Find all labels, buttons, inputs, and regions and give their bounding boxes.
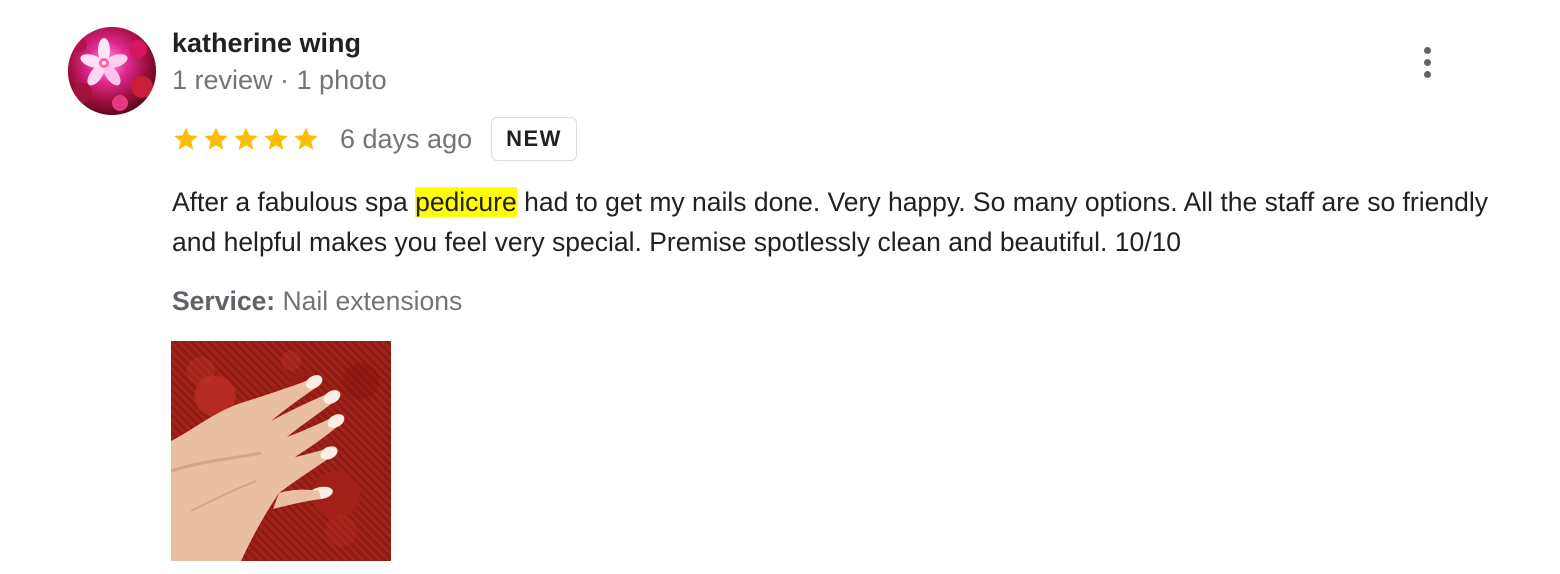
star-icon bbox=[234, 127, 258, 150]
new-badge: NEW bbox=[491, 117, 577, 161]
review-text-highlight: pedicure bbox=[415, 187, 517, 217]
service-label: Service: bbox=[172, 286, 276, 316]
review-card: katherine wing 1 review · 1 photo 6 days… bbox=[0, 0, 1560, 574]
reviewer-name[interactable]: katherine wing bbox=[172, 28, 361, 59]
review-text: After a fabulous spa pedicure had to get… bbox=[172, 182, 1512, 262]
star-icon bbox=[294, 127, 318, 150]
review-text-before: After a fabulous spa bbox=[172, 187, 416, 217]
service-line: Service: Nail extensions bbox=[172, 286, 462, 317]
rating-row: 6 days ago NEW bbox=[172, 116, 577, 162]
reviewer-meta[interactable]: 1 review · 1 photo bbox=[172, 65, 387, 96]
more-dot bbox=[1423, 58, 1431, 66]
star-rating bbox=[172, 125, 320, 153]
service-value: Nail extensions bbox=[282, 286, 463, 316]
star-icon bbox=[264, 127, 288, 150]
review-photo[interactable] bbox=[171, 341, 391, 561]
manicured-hand-image bbox=[171, 351, 379, 561]
more-dot bbox=[1423, 70, 1431, 78]
flower-avatar-icon bbox=[68, 27, 156, 115]
more-dot bbox=[1423, 46, 1431, 54]
reviewer-avatar[interactable] bbox=[68, 27, 156, 115]
review-time: 6 days ago bbox=[340, 123, 473, 154]
star-icon bbox=[204, 127, 228, 150]
star-icon bbox=[174, 127, 198, 150]
more-vert-icon[interactable] bbox=[1408, 40, 1446, 84]
